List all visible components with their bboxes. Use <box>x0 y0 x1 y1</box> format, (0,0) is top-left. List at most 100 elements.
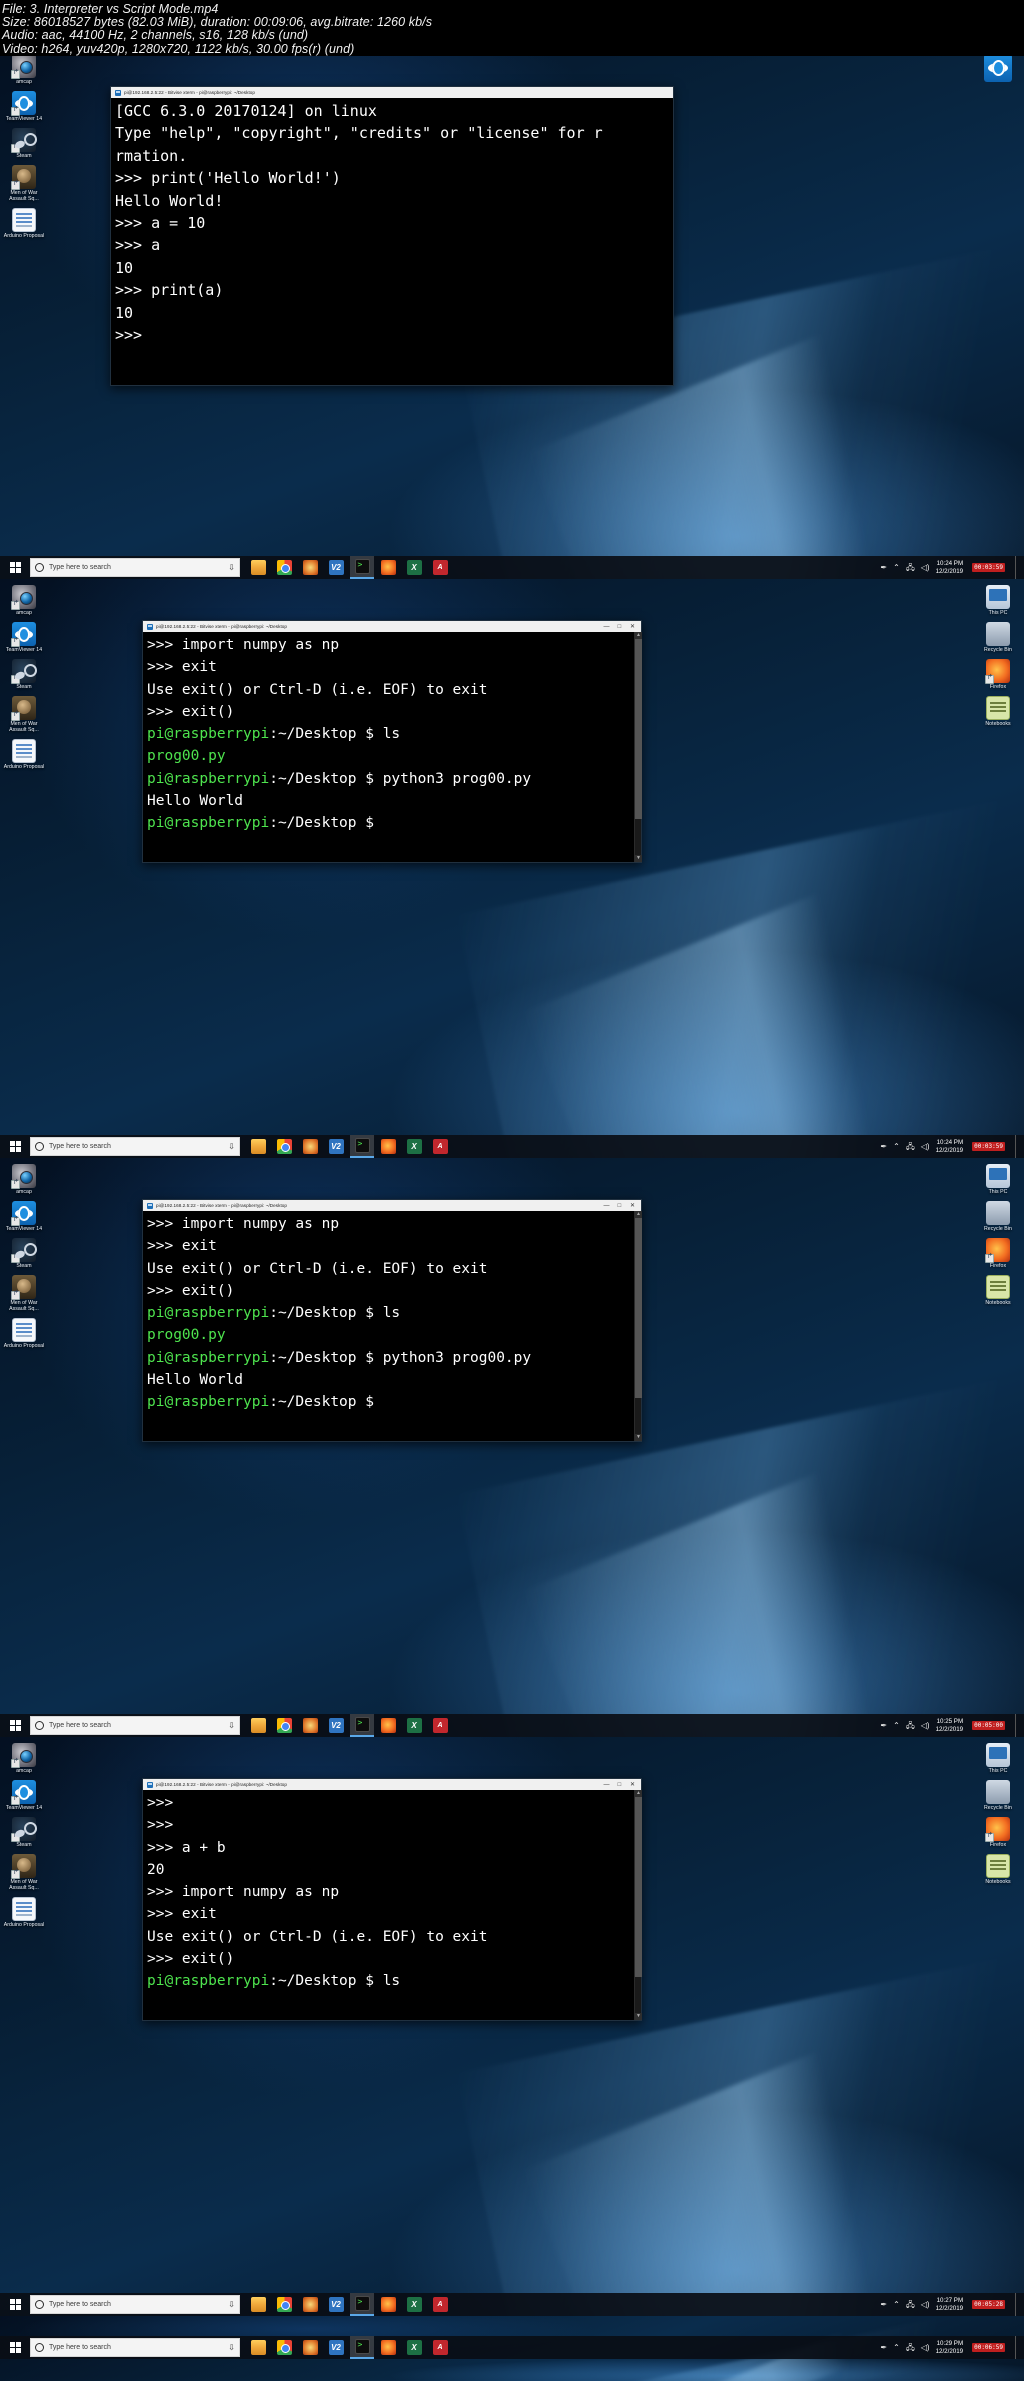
pen-icon[interactable]: ✒ <box>880 563 887 572</box>
start-button[interactable] <box>0 2336 30 2359</box>
terminal-scrollbar[interactable]: ▲ ▼ <box>634 1211 642 1441</box>
taskbar-firefox[interactable] <box>376 556 400 579</box>
taskbar-file-explorer[interactable] <box>246 2293 270 2316</box>
taskbar-v2[interactable]: V2 <box>324 2293 348 2316</box>
taskbar-firefox[interactable] <box>376 1714 400 1737</box>
taskbar-internet-explorer[interactable] <box>298 1714 322 1737</box>
taskbar-firefox[interactable] <box>376 1135 400 1158</box>
volume-icon[interactable]: ◁) <box>921 563 930 572</box>
taskbar-pdf[interactable]: A <box>428 2336 452 2359</box>
taskbar-excel[interactable]: X <box>402 2293 426 2316</box>
network-icon[interactable]: 🖧 <box>906 2300 915 2309</box>
taskbar-v2[interactable]: V2 <box>324 2336 348 2359</box>
desktop-icon-teamviewer[interactable]: TeamViewer 14 <box>2 1201 46 1232</box>
desktop-icon-recycle-bin[interactable]: Recycle Bin <box>974 1201 1022 1232</box>
chevron-up-icon[interactable]: ⌃ <box>893 563 900 572</box>
taskbar-google-chrome[interactable] <box>272 1135 296 1158</box>
desktop-icon-amcap[interactable]: amcap <box>2 1743 46 1774</box>
window-title-bar[interactable]: pi@192.168.2.5:22 - Bitvise xterm - pi@r… <box>143 621 641 632</box>
scroll-down-arrow[interactable]: ▼ <box>635 1434 642 1441</box>
microphone-icon[interactable]: ⇩ <box>228 1721 235 1730</box>
taskbar-file-explorer[interactable] <box>246 556 270 579</box>
taskbar-internet-explorer[interactable] <box>298 2293 322 2316</box>
microphone-icon[interactable]: ⇩ <box>228 563 235 572</box>
taskbar-bitvise-xterm[interactable] <box>350 1714 374 1737</box>
taskbar-firefox[interactable] <box>376 2336 400 2359</box>
desktop-icon-men-of-war[interactable]: Men of War Assault Sq... <box>2 165 46 202</box>
taskbar-excel[interactable]: X <box>402 1714 426 1737</box>
desktop-icon-recycle-bin[interactable]: Recycle Bin <box>974 1780 1022 1811</box>
search-input[interactable]: Type here to search ⇩ <box>30 1716 240 1735</box>
terminal-scrollbar[interactable]: ▲ ▼ <box>634 1790 642 2020</box>
desktop-icon-teamviewer-right[interactable] <box>974 54 1022 82</box>
taskbar-clock[interactable]: 10:24 PM 12/2/2019 <box>936 1139 964 1154</box>
desktop-icon-men-of-war[interactable]: Men of War Assault Sq... <box>2 1275 46 1312</box>
chevron-up-icon[interactable]: ⌃ <box>893 2300 900 2309</box>
terminal-window[interactable]: pi@192.168.2.5:22 - Bitvise xterm - pi@r… <box>110 86 674 386</box>
minimize-button[interactable]: — <box>600 1779 613 1790</box>
taskbar-excel[interactable]: X <box>402 556 426 579</box>
microphone-icon[interactable]: ⇩ <box>228 2343 235 2352</box>
taskbar-clock[interactable]: 10:29 PM 12/2/2019 <box>936 2340 964 2355</box>
scrollbar-thumb[interactable] <box>635 1218 642 1398</box>
scroll-up-arrow[interactable]: ▲ <box>635 1790 642 1797</box>
taskbar-google-chrome[interactable] <box>272 2293 296 2316</box>
desktop-icon-arduino-proposal[interactable]: Arduino Proposal <box>2 739 46 770</box>
show-desktop-button[interactable] <box>1015 2293 1020 2316</box>
show-desktop-button[interactable] <box>1015 556 1020 579</box>
desktop-icon-steam[interactable]: Steam <box>2 659 46 690</box>
chevron-up-icon[interactable]: ⌃ <box>893 1721 900 1730</box>
scroll-down-arrow[interactable]: ▼ <box>635 855 642 862</box>
pen-icon[interactable]: ✒ <box>880 2300 887 2309</box>
desktop-icon-firefox[interactable]: Firefox <box>974 1817 1022 1848</box>
volume-icon[interactable]: ◁) <box>921 1721 930 1730</box>
desktop-icon-this-pc[interactable]: This PC <box>974 585 1022 616</box>
search-input[interactable]: Type here to search ⇩ <box>30 558 240 577</box>
desktop-icon-teamviewer[interactable]: TeamViewer 14 <box>2 91 46 122</box>
taskbar-v2[interactable]: V2 <box>324 1714 348 1737</box>
show-desktop-button[interactable] <box>1015 1714 1020 1737</box>
network-icon[interactable]: 🖧 <box>906 563 915 572</box>
taskbar-clock[interactable]: 10:24 PM 12/2/2019 <box>936 560 964 575</box>
taskbar-internet-explorer[interactable] <box>298 556 322 579</box>
taskbar-clock[interactable]: 10:27 PM 12/2/2019 <box>936 2297 964 2312</box>
desktop-icon-firefox[interactable]: Firefox <box>974 1238 1022 1269</box>
volume-icon[interactable]: ◁) <box>921 1142 930 1151</box>
terminal-window[interactable]: pi@192.168.2.5:22 - Bitvise xterm - pi@r… <box>142 1199 642 1442</box>
taskbar-file-explorer[interactable] <box>246 2336 270 2359</box>
taskbar-bitvise-xterm[interactable] <box>350 2293 374 2316</box>
search-input[interactable]: Type here to search ⇩ <box>30 1137 240 1156</box>
scroll-up-arrow[interactable]: ▲ <box>635 1211 642 1218</box>
pen-icon[interactable]: ✒ <box>880 2343 887 2352</box>
start-button[interactable] <box>0 1714 30 1737</box>
terminal-scrollbar[interactable]: ▲ ▼ <box>634 632 642 862</box>
desktop-icon-men-of-war[interactable]: Men of War Assault Sq... <box>2 1854 46 1891</box>
network-icon[interactable]: 🖧 <box>906 2343 915 2352</box>
desktop-icon-notebooks[interactable]: Notebooks <box>974 1275 1022 1306</box>
taskbar-internet-explorer[interactable] <box>298 1135 322 1158</box>
desktop-icon-amcap[interactable]: amcap <box>2 585 46 616</box>
start-button[interactable] <box>0 2293 30 2316</box>
network-icon[interactable]: 🖧 <box>906 1721 915 1730</box>
taskbar-bitvise-xterm[interactable] <box>350 556 374 579</box>
desktop-icon-arduino-proposal[interactable]: Arduino Proposal <box>2 208 46 239</box>
maximize-button[interactable]: □ <box>613 1200 626 1211</box>
desktop-icon-notebooks[interactable]: Notebooks <box>974 1854 1022 1885</box>
taskbar-file-explorer[interactable] <box>246 1135 270 1158</box>
close-button[interactable]: ✕ <box>626 1200 639 1211</box>
desktop-icon-this-pc[interactable]: This PC <box>974 1164 1022 1195</box>
show-desktop-button[interactable] <box>1015 1135 1020 1158</box>
pen-icon[interactable]: ✒ <box>880 1721 887 1730</box>
taskbar-pdf[interactable]: A <box>428 1135 452 1158</box>
microphone-icon[interactable]: ⇩ <box>228 2300 235 2309</box>
taskbar-bitvise-xterm[interactable] <box>350 1135 374 1158</box>
taskbar-pdf[interactable]: A <box>428 556 452 579</box>
maximize-button[interactable]: □ <box>613 621 626 632</box>
taskbar-internet-explorer[interactable] <box>298 2336 322 2359</box>
desktop-icon-men-of-war[interactable]: Men of War Assault Sq... <box>2 696 46 733</box>
taskbar-v2[interactable]: V2 <box>324 1135 348 1158</box>
desktop-icon-arduino-proposal[interactable]: Arduino Proposal <box>2 1318 46 1349</box>
taskbar-excel[interactable]: X <box>402 1135 426 1158</box>
taskbar-google-chrome[interactable] <box>272 1714 296 1737</box>
desktop-icon-arduino-proposal[interactable]: Arduino Proposal <box>2 1897 46 1928</box>
